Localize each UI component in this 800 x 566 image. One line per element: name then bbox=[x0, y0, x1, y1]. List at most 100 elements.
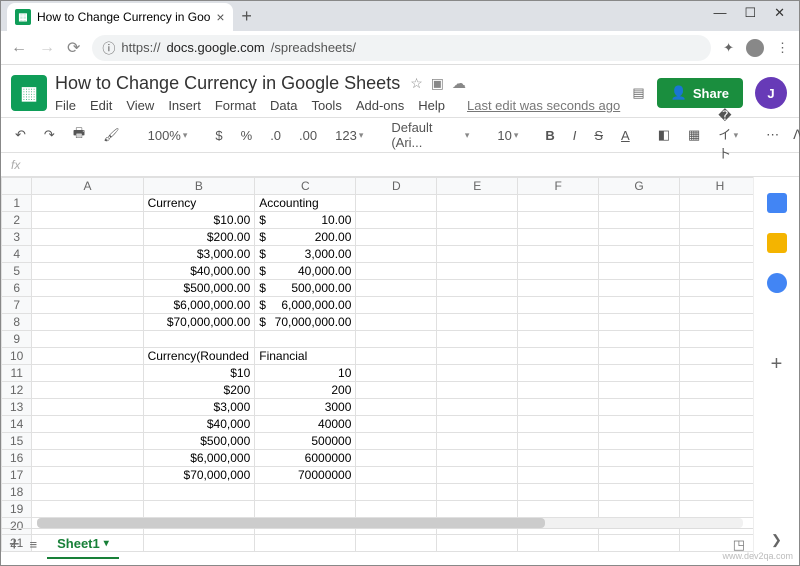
cell[interactable] bbox=[518, 467, 599, 484]
cell[interactable] bbox=[518, 348, 599, 365]
cell[interactable] bbox=[143, 501, 255, 518]
cell[interactable] bbox=[518, 195, 599, 212]
cell[interactable] bbox=[599, 467, 680, 484]
share-button[interactable]: 👤 Share bbox=[657, 78, 743, 108]
row-header[interactable]: 3 bbox=[2, 229, 32, 246]
browser-tab[interactable]: ▦ How to Change Currency in Goo × bbox=[7, 3, 233, 31]
cell[interactable] bbox=[437, 382, 518, 399]
collapse-toolbar-icon[interactable]: ᐱ bbox=[793, 127, 800, 143]
cell[interactable] bbox=[437, 263, 518, 280]
cell[interactable] bbox=[518, 331, 599, 348]
cell[interactable] bbox=[518, 416, 599, 433]
cell[interactable] bbox=[680, 348, 753, 365]
cell[interactable] bbox=[599, 416, 680, 433]
row-header[interactable]: 2 bbox=[2, 212, 32, 229]
minimize-icon[interactable]: — bbox=[713, 5, 726, 21]
table-row[interactable]: 7$6,000,000.00$6,000,000.00 bbox=[2, 297, 754, 314]
decrease-decimal[interactable]: .0 bbox=[266, 126, 285, 145]
back-icon[interactable]: ← bbox=[11, 39, 27, 57]
cell[interactable]: Accounting bbox=[255, 195, 356, 212]
menu-help[interactable]: Help bbox=[418, 98, 445, 113]
row-header[interactable]: 15 bbox=[2, 433, 32, 450]
cell[interactable]: 500000 bbox=[255, 433, 356, 450]
cell[interactable]: Currency bbox=[143, 195, 255, 212]
cell[interactable] bbox=[518, 484, 599, 501]
cell[interactable] bbox=[680, 450, 753, 467]
menu-edit[interactable]: Edit bbox=[90, 98, 112, 113]
menu-tools[interactable]: Tools bbox=[311, 98, 341, 113]
cell[interactable] bbox=[680, 246, 753, 263]
cell[interactable] bbox=[356, 212, 437, 229]
cell[interactable] bbox=[437, 416, 518, 433]
table-row[interactable]: 2$10.00$10.00 bbox=[2, 212, 754, 229]
menu-format[interactable]: Format bbox=[215, 98, 256, 113]
url-input[interactable]: ⓘ https://docs.google.com/spreadsheets/ bbox=[92, 35, 711, 61]
tasks-icon[interactable] bbox=[767, 273, 787, 293]
cell[interactable] bbox=[437, 229, 518, 246]
cell[interactable] bbox=[255, 501, 356, 518]
cell[interactable] bbox=[437, 467, 518, 484]
select-all-corner[interactable] bbox=[2, 178, 32, 195]
cell[interactable] bbox=[437, 246, 518, 263]
cell[interactable] bbox=[356, 467, 437, 484]
cell[interactable] bbox=[356, 365, 437, 382]
cell[interactable] bbox=[356, 314, 437, 331]
cell[interactable]: $70,000,000.00 bbox=[255, 314, 356, 331]
cell[interactable] bbox=[32, 195, 143, 212]
cell[interactable] bbox=[680, 314, 753, 331]
cell[interactable]: $40,000 bbox=[143, 416, 255, 433]
cell[interactable]: $70,000,000 bbox=[143, 467, 255, 484]
menu-file[interactable]: File bbox=[55, 98, 76, 113]
zoom-select[interactable]: 100% bbox=[144, 126, 192, 145]
cell[interactable] bbox=[599, 297, 680, 314]
cell[interactable] bbox=[437, 297, 518, 314]
cell[interactable] bbox=[680, 433, 753, 450]
column-header[interactable]: F bbox=[518, 178, 599, 195]
cell[interactable] bbox=[599, 212, 680, 229]
cell[interactable] bbox=[32, 280, 143, 297]
print-icon[interactable]: 🖶 bbox=[69, 122, 89, 148]
cell[interactable] bbox=[599, 484, 680, 501]
cell[interactable] bbox=[680, 382, 753, 399]
table-row[interactable]: 10Currency(RoundedFinancial bbox=[2, 348, 754, 365]
table-row[interactable]: 17$70,000,00070000000 bbox=[2, 467, 754, 484]
cell[interactable] bbox=[356, 416, 437, 433]
spreadsheet-area[interactable]: ABCDEFGH 1CurrencyAccounting2$10.00$10.0… bbox=[1, 177, 753, 560]
bold-button[interactable]: B bbox=[541, 126, 558, 145]
cell[interactable]: $6,000,000.00 bbox=[143, 297, 255, 314]
cell[interactable]: $10 bbox=[143, 365, 255, 382]
cell[interactable] bbox=[437, 212, 518, 229]
cell[interactable] bbox=[518, 365, 599, 382]
cell[interactable]: 10 bbox=[255, 365, 356, 382]
cell[interactable] bbox=[599, 365, 680, 382]
cell[interactable]: $200.00 bbox=[255, 229, 356, 246]
reload-icon[interactable]: ⟳ bbox=[67, 38, 80, 58]
star-icon[interactable]: ☆ bbox=[410, 75, 423, 92]
move-icon[interactable]: ▣ bbox=[431, 75, 444, 92]
cell[interactable] bbox=[518, 450, 599, 467]
cell[interactable] bbox=[599, 382, 680, 399]
cell[interactable] bbox=[518, 263, 599, 280]
cell[interactable]: $10.00 bbox=[255, 212, 356, 229]
row-header[interactable]: 16 bbox=[2, 450, 32, 467]
cell[interactable] bbox=[518, 314, 599, 331]
row-header[interactable]: 6 bbox=[2, 280, 32, 297]
row-header[interactable]: 12 bbox=[2, 382, 32, 399]
calendar-icon[interactable] bbox=[767, 193, 787, 213]
cell[interactable] bbox=[680, 212, 753, 229]
cell[interactable] bbox=[518, 501, 599, 518]
cell[interactable] bbox=[680, 297, 753, 314]
cell[interactable]: $40,000.00 bbox=[143, 263, 255, 280]
all-sheets-button[interactable]: ≡ bbox=[30, 537, 38, 552]
cell[interactable] bbox=[437, 348, 518, 365]
cell[interactable] bbox=[32, 263, 143, 280]
cell[interactable] bbox=[599, 348, 680, 365]
forward-icon[interactable]: → bbox=[39, 39, 55, 57]
row-header[interactable]: 1 bbox=[2, 195, 32, 212]
cell[interactable] bbox=[32, 399, 143, 416]
cell[interactable] bbox=[437, 450, 518, 467]
extensions-icon[interactable]: ✦ bbox=[723, 40, 734, 56]
cell[interactable] bbox=[32, 314, 143, 331]
sheet-tab[interactable]: Sheet1▾ bbox=[47, 530, 119, 559]
cell[interactable] bbox=[32, 365, 143, 382]
